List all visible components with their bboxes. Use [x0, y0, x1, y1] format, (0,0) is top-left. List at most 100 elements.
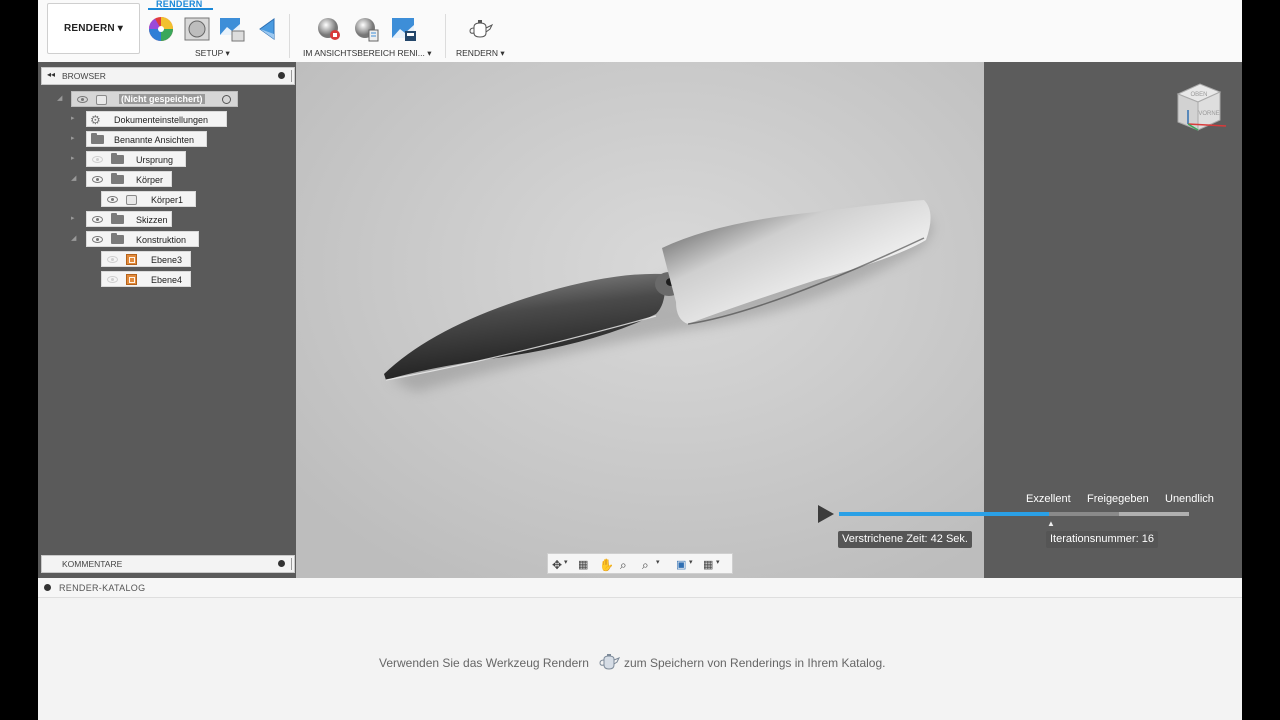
folder-icon	[111, 213, 124, 224]
tree-node-sketches[interactable]: Skizzen	[86, 211, 172, 227]
tree-node-bodies[interactable]: Körper	[86, 171, 172, 187]
tree-node-label: Ebene3	[151, 255, 183, 265]
chevron-down-icon[interactable]: ▾	[689, 558, 703, 571]
render-canvas[interactable]: ✥ ▾ ▦ ✋ ⌕ ⌕ ▾ ▣ ▾ ▦ ▾	[296, 62, 984, 578]
in-canvas-render-icon[interactable]	[316, 16, 344, 42]
folder-icon	[111, 233, 124, 244]
tree-node-doc-settings[interactable]: ⚙ Dokumenteinstellungen	[86, 111, 227, 127]
construction-plane-icon	[126, 254, 137, 265]
eye-icon[interactable]	[77, 96, 88, 103]
tree-node-label: Konstruktion	[136, 235, 187, 245]
tree-node-label: Körper	[136, 175, 164, 185]
quality-level-released[interactable]: Freigegeben	[1087, 493, 1149, 505]
tree-node-plane3[interactable]: Ebene3	[101, 251, 191, 267]
tree-node-label: Benannte Ansichten	[114, 135, 195, 145]
in-canvas-render-settings-icon[interactable]	[353, 16, 381, 42]
elapsed-time-label: Verstrichene Zeit: 42 Sek.	[838, 531, 972, 548]
tree-node-label: (Nicht gespeichert)	[119, 94, 205, 104]
resize-handle[interactable]	[291, 558, 292, 570]
tree-node-body1[interactable]: Körper1	[101, 191, 196, 207]
render-group-label[interactable]: RENDERN ▾	[456, 48, 505, 59]
document-icon	[96, 95, 107, 105]
tree-node-label: Ebene4	[151, 275, 183, 285]
environment-image-icon[interactable]	[218, 16, 246, 42]
quality-marker-icon[interactable]: ▲	[1047, 519, 1055, 528]
eye-hidden-icon[interactable]	[107, 256, 118, 263]
catalog-hint-text-2: zum Speichern von Renderings in Ihrem Ka…	[624, 656, 886, 670]
iteration-number-label: Iterationsnummer: 16	[1046, 531, 1158, 548]
play-icon[interactable]	[818, 505, 834, 523]
gear-icon: ⚙	[90, 113, 101, 127]
tree-node-label: Skizzen	[136, 215, 168, 225]
navigation-bar: ✥ ▾ ▦ ✋ ⌕ ⌕ ▾ ▣ ▾ ▦ ▾	[547, 553, 733, 574]
toolbar: RENDERN ▾ RENDERN SETUP ▾ IM ANSICHTSBER…	[38, 0, 1242, 63]
grid-icon[interactable]: ▦	[703, 558, 717, 571]
tree-node-label: Körper1	[151, 195, 184, 205]
expand-toggle[interactable]: ▸	[71, 215, 79, 223]
folder-icon	[111, 173, 124, 184]
separator	[289, 14, 290, 58]
appearance-icon[interactable]	[148, 16, 176, 42]
tree-node-named-views[interactable]: Benannte Ansichten	[86, 131, 207, 147]
render-catalog-header[interactable]: RENDER-KATALOG	[38, 578, 1242, 598]
teapot-icon	[599, 654, 620, 670]
comments-header[interactable]: KOMMENTARE	[41, 555, 295, 573]
render-progress-track	[839, 512, 1189, 516]
folder-icon	[91, 133, 104, 144]
tab-rendern[interactable]: RENDERN	[156, 0, 203, 9]
viewcube[interactable]: OBEN VORNE	[1170, 80, 1234, 140]
rendered-propeller	[296, 62, 984, 578]
eye-icon[interactable]	[92, 216, 103, 223]
setup-group-label[interactable]: SETUP ▾	[195, 48, 230, 59]
chevron-down-icon[interactable]: ▾	[656, 558, 670, 571]
quality-level-excellent[interactable]: Exzellent	[1026, 493, 1071, 505]
collapse-icon[interactable]	[44, 584, 51, 591]
look-at-icon[interactable]: ▦	[578, 558, 592, 571]
capture-image-icon[interactable]	[390, 16, 418, 42]
body-icon	[126, 195, 137, 205]
resize-handle[interactable]	[291, 70, 292, 82]
eye-hidden-icon[interactable]	[107, 276, 118, 283]
tree-node-root[interactable]: (Nicht gespeichert)	[71, 91, 238, 107]
tree-node-construction[interactable]: Konstruktion	[86, 231, 199, 247]
texture-map-icon[interactable]	[254, 16, 282, 42]
chevron-down-icon[interactable]: ▾	[716, 558, 730, 571]
browser-title: BROWSER	[62, 71, 106, 81]
scene-settings-icon[interactable]	[183, 16, 211, 42]
tree-node-plane4[interactable]: Ebene4	[101, 271, 191, 287]
tree-node-label: Dokumenteinstellungen	[114, 115, 209, 125]
eye-icon[interactable]	[92, 176, 103, 183]
fusion-app-window: RENDERN ▾ RENDERN SETUP ▾ IM ANSICHTSBER…	[38, 0, 1242, 720]
quality-level-infinite[interactable]: Unendlich	[1165, 493, 1214, 505]
active-radio-icon[interactable]	[222, 95, 231, 104]
eye-hidden-icon[interactable]	[92, 156, 103, 163]
separator	[445, 14, 446, 58]
zoom-icon[interactable]: ⌕	[620, 558, 634, 572]
render-catalog-title: RENDER-KATALOG	[59, 583, 146, 593]
expand-toggle[interactable]: ▸	[71, 115, 79, 123]
render-progress-fill	[839, 512, 1049, 516]
construction-plane-icon	[126, 274, 137, 285]
catalog-hint-text: Verwenden Sie das Werkzeug Rendern	[379, 656, 589, 670]
expand-toggle[interactable]: ◢	[71, 235, 79, 243]
browser-header[interactable]: ◂◂ BROWSER	[41, 67, 295, 85]
expand-toggle[interactable]: ▸	[71, 155, 79, 163]
fit-zoom-icon[interactable]: ⌕	[642, 558, 656, 572]
teapot-render-icon[interactable]	[467, 16, 495, 42]
workspace-switcher-button[interactable]: RENDERN ▾	[47, 3, 140, 54]
comments-title: KOMMENTARE	[62, 559, 123, 569]
collapse-icon[interactable]: ◂◂	[47, 70, 55, 79]
add-comment-icon[interactable]	[278, 560, 285, 567]
eye-icon[interactable]	[92, 236, 103, 243]
expand-toggle[interactable]: ▸	[71, 135, 79, 143]
expand-toggle-root[interactable]: ◢	[57, 95, 65, 103]
tree-node-origin[interactable]: Ursprung	[86, 151, 186, 167]
eye-icon[interactable]	[107, 196, 118, 203]
display-settings-icon[interactable]: ▣	[676, 558, 690, 571]
render-catalog-panel: RENDER-KATALOG Verwenden Sie das Werkzeu…	[38, 578, 1242, 720]
expand-toggle[interactable]: ◢	[71, 175, 79, 183]
in-canvas-group-label[interactable]: IM ANSICHTSBEREICH RENI... ▾	[303, 48, 431, 59]
pin-icon[interactable]	[278, 72, 285, 79]
pan-icon[interactable]: ✋	[599, 558, 614, 572]
chevron-down-icon[interactable]: ▾	[564, 558, 578, 571]
